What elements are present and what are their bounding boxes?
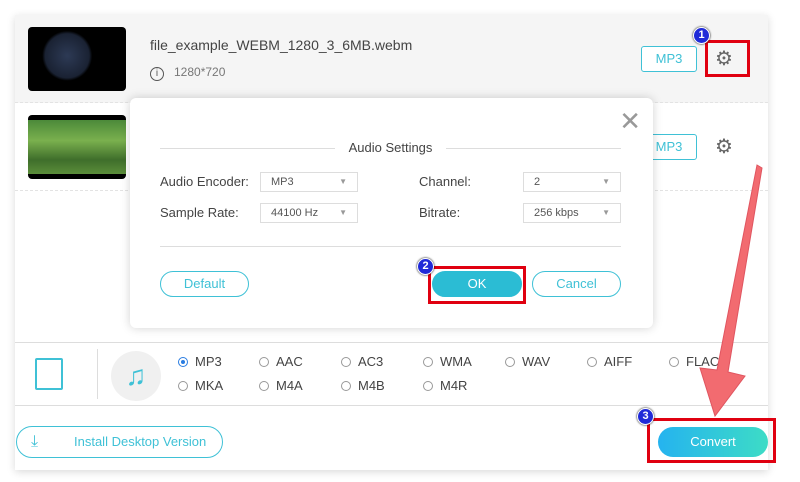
- step-badge: 1: [693, 27, 710, 44]
- step-badge: 2: [417, 258, 434, 275]
- step-badge: 3: [637, 408, 654, 425]
- pointer-arrow: [699, 164, 763, 418]
